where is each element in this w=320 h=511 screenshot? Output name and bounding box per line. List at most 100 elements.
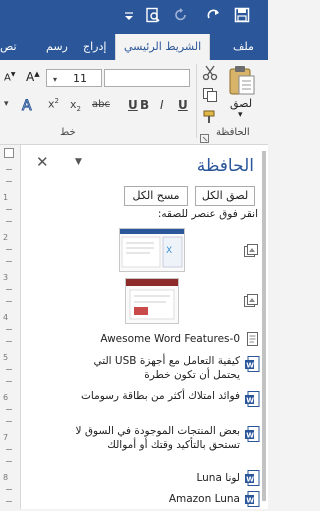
svg-text:W: W — [246, 397, 254, 405]
customize-qat-icon[interactable] — [120, 7, 138, 25]
ruler-tick — [6, 421, 12, 422]
image-thumbnail — [125, 278, 179, 324]
image-item-icon — [243, 243, 259, 263]
bold-icon[interactable]: B — [140, 98, 149, 112]
font-size-combo[interactable]: ▾ 11 — [46, 69, 102, 87]
cut-icon[interactable] — [202, 65, 218, 85]
item-text: Awesome Word Features-0 — [100, 333, 240, 345]
ruler-number: 6 — [3, 393, 9, 402]
ruler-tick — [6, 181, 12, 182]
ruler-tick — [6, 209, 12, 210]
pane-options-icon[interactable]: ▼ — [75, 157, 82, 167]
font-name-combo[interactable] — [104, 69, 190, 87]
image-item-icon — [243, 293, 259, 313]
ruler-number: 5 — [3, 353, 9, 362]
clipboard-item[interactable]: بعض المنتجات الموجودة في السوق لا تستحق … — [21, 422, 268, 470]
group-separator — [196, 64, 197, 138]
tab-design[interactable]: تص — [0, 34, 17, 60]
svg-text:X: X — [166, 246, 172, 256]
ruler-tick — [6, 249, 12, 250]
word-document-icon: W — [245, 356, 260, 376]
ruler-tick — [6, 381, 12, 382]
ribbon-tabs: ملف الشريط الرئيسي إدراج رسم تص — [0, 34, 268, 60]
clipboard-item[interactable]: Awesome Word Features-0 — [21, 329, 268, 349]
text-effects-icon[interactable]: A — [20, 97, 36, 117]
word-document-icon: W — [245, 470, 260, 490]
pane-title: الحافظة — [196, 156, 254, 176]
tab-draw[interactable]: رسم — [46, 34, 68, 60]
clipboard-item[interactable]: كيفية التعامل مع أجهزة USB التي يحتمل أن… — [21, 352, 268, 386]
svg-text:W: W — [246, 362, 254, 370]
ruler-tick — [6, 369, 12, 370]
item-text: بعض المنتجات الموجودة في السوق لا تستحق … — [75, 425, 240, 451]
text-item-icon — [244, 331, 260, 351]
ruler-tick — [6, 409, 12, 410]
underline-button-icon[interactable]: U — [128, 98, 138, 112]
clipboard-item[interactable]: فوائد امتلاك أكثر من بطاقة رسومات W — [21, 387, 268, 421]
copy-icon[interactable] — [202, 87, 218, 107]
italic-icon[interactable]: I — [160, 98, 164, 112]
clipboard-item-image[interactable] — [21, 277, 268, 325]
tab-selector-icon[interactable] — [4, 148, 14, 158]
paste-all-button[interactable]: لصق الكل — [195, 186, 255, 206]
save-icon[interactable] — [233, 7, 251, 25]
ruler-tick — [6, 261, 12, 262]
subscript-icon[interactable]: x2 — [70, 98, 81, 113]
ruler-number: 8 — [3, 473, 9, 482]
word-document-icon: W — [245, 491, 260, 511]
ruler-tick — [6, 461, 12, 462]
font-group-label: خط — [60, 127, 76, 138]
tab-home[interactable]: الشريط الرئيسي — [115, 34, 211, 60]
ruler-tick — [6, 329, 12, 330]
item-text: كيفية التعامل مع أجهزة USB التي يحتمل أن… — [93, 355, 240, 381]
shrink-font-icon[interactable]: A▼ — [4, 71, 15, 83]
item-text: لونا Luna — [196, 472, 240, 484]
ribbon: لصق ▾ الحافظة ▾ 11 A▲ A▼ U I B U abc x2 … — [0, 60, 268, 145]
item-text: Amazon Luna — [168, 493, 240, 505]
ruler-tick — [6, 341, 12, 342]
print-preview-icon[interactable] — [144, 7, 162, 25]
svg-text:W: W — [246, 476, 254, 484]
image-thumbnail: X — [119, 228, 185, 272]
tab-file[interactable]: ملف — [233, 34, 254, 60]
ruler-number: 2 — [3, 233, 9, 242]
ruler-tick — [6, 501, 12, 502]
svg-text:A: A — [22, 98, 32, 113]
title-bar — [0, 0, 268, 34]
paste-button-label[interactable]: لصق — [230, 97, 252, 110]
clipboard-item-image[interactable]: X — [21, 225, 268, 273]
dropdown-chevron-icon[interactable]: ▾ — [4, 99, 9, 109]
redo-icon[interactable] — [205, 7, 223, 25]
ruler-tick — [6, 449, 12, 450]
clear-all-button[interactable]: مسح الكل — [124, 186, 188, 206]
grow-font-icon[interactable]: A▲ — [26, 70, 40, 84]
underline-icon[interactable]: U — [178, 98, 188, 112]
repeat-icon[interactable] — [172, 7, 190, 25]
superscript-icon[interactable]: x2 — [48, 97, 59, 111]
dropdown-chevron-icon[interactable]: ▾ — [53, 75, 57, 84]
font-size-value: 11 — [73, 72, 87, 85]
ruler-number: 7 — [3, 433, 9, 442]
strikethrough-icon[interactable]: abc — [92, 99, 110, 110]
ruler-number: 1 — [3, 193, 9, 202]
word-document-icon: W — [245, 426, 260, 446]
tab-insert[interactable]: إدراج — [83, 34, 106, 60]
format-painter-icon[interactable] — [202, 109, 218, 129]
ruler-tick — [6, 221, 12, 222]
ruler-tick — [6, 301, 12, 302]
clipboard-group-label: الحافظة — [216, 127, 250, 138]
ruler-number: 3 — [3, 273, 9, 282]
ruler-number: 4 — [3, 313, 9, 322]
pane-scrollbar[interactable] — [262, 151, 266, 501]
word-document-icon: W — [245, 391, 260, 411]
close-icon[interactable]: ✕ — [36, 153, 49, 171]
paste-icon[interactable] — [228, 64, 256, 100]
instruction-text: انقر فوق عنصر للصقه: — [157, 208, 258, 220]
paste-dropdown-icon[interactable]: ▾ — [238, 110, 243, 120]
ruler-tick — [6, 489, 12, 490]
svg-text:W: W — [246, 497, 254, 505]
item-text: فوائد امتلاك أكثر من بطاقة رسومات — [81, 390, 240, 402]
clipboard-item[interactable]: Amazon Luna W — [21, 489, 268, 509]
ruler-tick — [6, 169, 12, 170]
clipboard-item[interactable]: لونا Luna W — [21, 468, 268, 488]
